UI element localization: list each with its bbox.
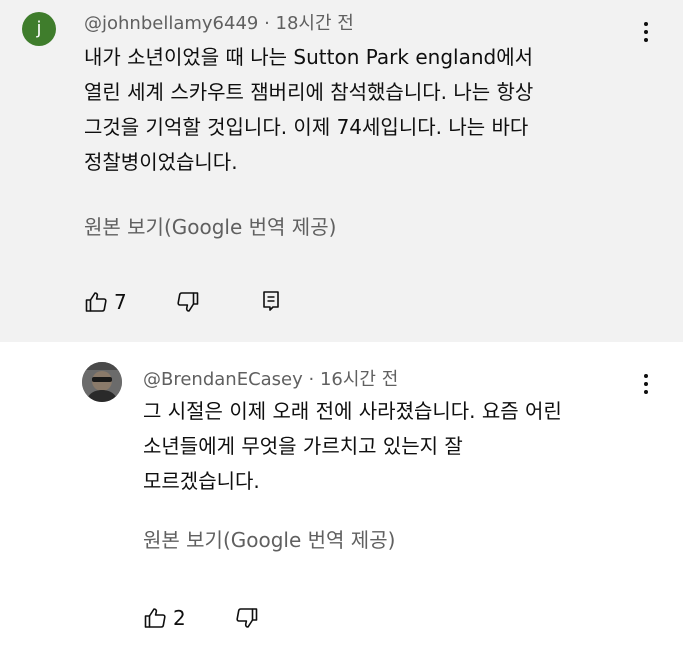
like-count: 2	[173, 606, 186, 630]
reply-text: 그 시절은 이제 오래 전에 사라졌습니다. 요즘 어린 소년들에게 무엇을 가…	[143, 394, 562, 499]
reply-thread: @BrendanECasey · 16시간 전 그 시절은 이제 오래 전에 사…	[0, 342, 683, 655]
comment-line: 내가 소년이었을 때 나는 Sutton Park england에서	[84, 45, 533, 69]
comment-text: 내가 소년이었을 때 나는 Sutton Park england에서 열린 세…	[84, 40, 533, 180]
view-original-link[interactable]: 원본 보기(Google 번역 제공)	[143, 524, 395, 553]
like-button[interactable]: 2	[143, 606, 186, 630]
reply-icon	[263, 291, 279, 311]
view-original-link[interactable]: 원본 보기(Google 번역 제공)	[84, 211, 336, 240]
more-vertical-icon[interactable]	[636, 370, 656, 400]
comment-line: 그것을 기억할 것입니다. 이제 74세입니다. 나는 바다	[84, 115, 529, 139]
avatar-letter: j	[36, 18, 42, 39]
thumbs-down-icon	[177, 292, 199, 312]
comment-author[interactable]: @johnbellamy6449	[84, 13, 258, 34]
thumbs-down-icon	[236, 608, 258, 628]
meta-separator: ·	[302, 369, 320, 390]
thumbs-up-icon	[144, 608, 166, 628]
meta-separator: ·	[258, 13, 276, 34]
like-count: 7	[114, 290, 127, 314]
avatar[interactable]: j	[22, 12, 56, 46]
dislike-button[interactable]	[235, 606, 259, 630]
reply-author[interactable]: @BrendanECasey	[143, 369, 303, 390]
reply-time[interactable]: 16시간 전	[320, 369, 398, 390]
reply-line: 모르겠습니다.	[143, 469, 260, 493]
avatar-photo-icon	[82, 362, 122, 402]
like-button[interactable]: 7	[84, 290, 127, 314]
reply-line: 소년들에게 무엇을 가르치고 있는지 잘	[143, 434, 463, 458]
comment-meta: @johnbellamy6449 · 18시간 전	[84, 9, 354, 35]
avatar[interactable]	[82, 362, 122, 402]
comment-line: 열린 세계 스카우트 잼버리에 참석했습니다. 나는 항상	[84, 80, 534, 104]
reply-meta: @BrendanECasey · 16시간 전	[143, 365, 398, 391]
comment-time[interactable]: 18시간 전	[276, 13, 354, 34]
reply-line: 그 시절은 이제 오래 전에 사라졌습니다. 요즘 어린	[143, 399, 562, 423]
more-vertical-icon[interactable]	[636, 18, 656, 48]
dislike-button[interactable]	[176, 290, 200, 314]
comment-thread: j @johnbellamy6449 · 18시간 전 내가 소년이었을 때 나…	[0, 0, 683, 342]
reply-button[interactable]	[261, 290, 281, 312]
comment-line: 정찰병이었습니다.	[84, 150, 238, 174]
thumbs-up-icon	[85, 292, 107, 312]
